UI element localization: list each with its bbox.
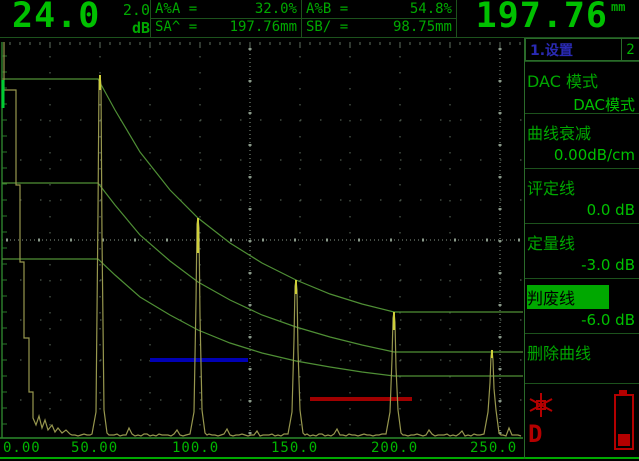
measurement-value: 32.0% xyxy=(255,1,297,17)
menu-item-delete-curve[interactable]: 删除曲线 xyxy=(525,333,639,383)
x-axis-tick-label: 200.0 xyxy=(371,440,418,456)
measurement-label: SB/ = xyxy=(306,19,348,35)
menu-tab-label: 1.设置 xyxy=(526,40,621,60)
menu-item-value: 0.0 dB xyxy=(525,201,639,219)
measurement-row: SB/ = 98.75mm xyxy=(302,18,456,36)
x-axis-tick-label: 0.00 xyxy=(3,440,41,456)
menu-item-value: DAC模式 xyxy=(525,94,639,115)
header-bar: 24.0 2.0 dB A%A = 32.0% SA^ = 197.76mm A… xyxy=(0,0,639,37)
measurement-row: SA^ = 197.76mm xyxy=(151,18,301,36)
measurement-row: A%B = 54.8% xyxy=(302,0,456,18)
menu-item-value: -3.0 dB xyxy=(525,256,639,274)
measurement-label: A%B = xyxy=(306,1,348,17)
x-axis-tick-label: 100.0 xyxy=(172,440,219,456)
menu-item-curve-attenuation[interactable]: 曲线衰减 0.00dB/cm xyxy=(525,113,639,168)
menu-item-label: 删除曲线 xyxy=(525,340,639,364)
measurement-label: A%A = xyxy=(155,1,197,17)
ut-instrument-screen: 24.0 2.0 dB A%A = 32.0% SA^ = 197.76mm A… xyxy=(0,0,639,461)
menu-sidebar: 1.设置 2 DAC 模式 DAC模式 曲线衰减 0.00dB/cm 评定线 0… xyxy=(524,38,639,459)
measurement-box-a: A%A = 32.0% SA^ = 197.76mm xyxy=(151,0,301,37)
menu-item-label-highlighted: 判废线 xyxy=(527,285,609,309)
gate-b xyxy=(150,358,248,362)
menu-tab[interactable]: 1.设置 2 xyxy=(525,38,639,61)
primary-readout: 197.76 xyxy=(462,0,608,36)
menu-item-label: DAC 模式 xyxy=(525,68,639,92)
primary-readout-unit: mm xyxy=(611,0,625,14)
measurement-box-b: A%B = 54.8% SB/ = 98.75mm xyxy=(302,0,456,37)
menu-item-evaluation-line[interactable]: 评定线 0.0 dB xyxy=(525,168,639,223)
x-axis-tick-label: 150.0 xyxy=(271,440,318,456)
menu-item-value: 0.00dB/cm xyxy=(525,146,639,164)
menu-item-label: 定量线 xyxy=(525,230,639,254)
menu-item-quantify-line[interactable]: 定量线 -3.0 dB xyxy=(525,223,639,278)
x-axis-tick-label: 50.00 xyxy=(71,440,118,456)
battery-icon xyxy=(614,390,634,448)
grid xyxy=(2,42,522,437)
menu-item-dac-mode[interactable]: DAC 模式 DAC模式 xyxy=(525,61,639,113)
ascan-svg xyxy=(0,38,523,440)
menu-item-reject-line-selected[interactable]: 判废线 -6.0 dB xyxy=(525,278,639,333)
top-ruler-ticks xyxy=(10,42,520,48)
gain-unit-label: dB xyxy=(108,19,150,37)
measurement-row: A%A = 32.0% xyxy=(151,0,301,18)
x-axis-tick-label: 250.0 xyxy=(470,440,517,456)
status-icon-area: D xyxy=(525,383,639,459)
gain-value: 24.0 xyxy=(12,0,100,36)
measurement-label: SA^ = xyxy=(155,19,197,35)
menu-item-value: -6.0 dB xyxy=(525,311,639,329)
freeze-icon xyxy=(528,392,554,418)
measurement-value: 54.8% xyxy=(410,1,452,17)
dac-curve-2 xyxy=(2,183,523,352)
menu-page-indicator: 2 xyxy=(621,39,639,60)
gain-step-value: 2.0 xyxy=(108,1,150,19)
menu-item-label: 曲线衰减 xyxy=(525,120,639,144)
battery-body xyxy=(614,394,634,450)
menu-item-label: 评定线 xyxy=(525,175,639,199)
battery-fill-level xyxy=(618,434,630,446)
dac-curve-1 xyxy=(2,79,523,312)
gate-a xyxy=(310,397,412,401)
measurement-value: 98.75mm xyxy=(393,19,452,35)
d-indicator: D xyxy=(528,420,542,448)
measurement-value: 197.76mm xyxy=(230,19,297,35)
ascan-plot xyxy=(0,38,523,440)
dac-curve-3 xyxy=(2,259,523,376)
divider xyxy=(456,0,457,37)
